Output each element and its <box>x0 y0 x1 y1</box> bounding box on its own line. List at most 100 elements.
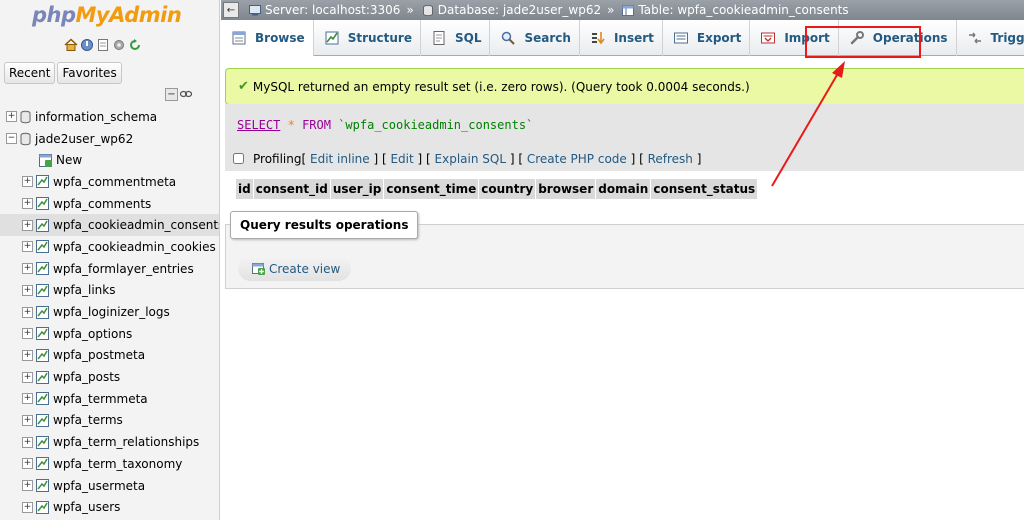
search-icon <box>500 30 524 46</box>
tree-table-item[interactable]: + wpfa_termmeta <box>0 388 219 410</box>
back-arrow-icon[interactable]: ← <box>223 2 239 18</box>
tree-item-label: information_schema <box>35 109 158 124</box>
profiling-label: Profiling <box>253 151 302 166</box>
tree-table-item[interactable]: + wpfa_options <box>0 323 219 345</box>
expand-icon[interactable]: + <box>22 414 33 426</box>
tab-insert[interactable]: Insert <box>580 20 663 56</box>
settings-icon[interactable] <box>112 38 126 52</box>
expand-icon[interactable]: + <box>22 241 33 253</box>
tab-operations[interactable]: Operations <box>839 20 957 56</box>
success-message: ✔ MySQL returned an empty result set (i.… <box>225 68 1024 105</box>
tab-triggers[interactable]: Triggers <box>957 20 1024 56</box>
bracket: ] <box>413 151 423 166</box>
tab-browse[interactable]: Browse <box>221 20 314 56</box>
column-header-user-ip[interactable]: user_ip <box>330 179 384 199</box>
tree-database-item[interactable]: − jade2user_wp62 <box>0 128 219 150</box>
tree-table-item[interactable]: + wpfa_commentmeta <box>0 171 219 193</box>
tree-table-item[interactable]: + wpfa_comments <box>0 193 219 215</box>
expand-icon[interactable]: + <box>22 436 33 448</box>
favorites-button[interactable]: Favorites <box>57 62 122 84</box>
query-link-edit[interactable]: Edit <box>390 152 413 166</box>
export-icon <box>673 30 697 46</box>
expand-icon[interactable]: + <box>22 219 33 231</box>
home-icon[interactable] <box>64 38 78 52</box>
tree-table-item[interactable]: + wpfa_term_relationships <box>0 431 219 453</box>
column-header-country[interactable]: country <box>479 179 536 199</box>
query-link-refresh[interactable]: Refresh <box>648 152 693 166</box>
expand-icon[interactable]: + <box>22 306 33 318</box>
tab-sql[interactable]: SQL <box>421 20 491 56</box>
tree-table-item[interactable]: + wpfa_usermeta <box>0 475 219 497</box>
expand-icon[interactable]: + <box>22 501 33 513</box>
query-link-edit-inline[interactable]: Edit inline <box>310 152 370 166</box>
tab-label: Insert <box>613 31 654 45</box>
tree-table-item[interactable]: + wpfa_term_taxonomy <box>0 453 219 475</box>
column-header-consent-status[interactable]: consent_status <box>651 179 758 199</box>
breadcrumb-separator: » <box>607 3 615 17</box>
table-icon <box>33 262 49 276</box>
tree-table-item[interactable]: + wpfa_terms <box>0 410 219 432</box>
expand-icon[interactable]: + <box>22 263 33 275</box>
tree-database-item[interactable]: + information_schema <box>0 106 219 128</box>
tree-table-item[interactable]: + wpfa_users <box>0 496 219 518</box>
tree-table-item[interactable]: + wpfa_formlayer_entries <box>0 258 219 280</box>
navigation-panel: phpMyAdmin Recent Favorites − + informati… <box>0 0 220 520</box>
profiling-links: [ Edit inline ] [ Edit ] [ Explain SQL ]… <box>302 152 702 166</box>
expand-icon[interactable]: + <box>22 284 33 296</box>
profiling-checkbox[interactable] <box>233 153 244 164</box>
tab-label: Structure <box>347 31 412 45</box>
table-icon <box>33 305 49 319</box>
expand-icon[interactable]: + <box>22 393 33 405</box>
tree-item-label: wpfa_options <box>53 326 133 341</box>
tree-table-item[interactable]: + wpfa_cookieadmin_cookies <box>0 236 219 258</box>
tab-export[interactable]: Export <box>663 20 751 56</box>
create-view-button[interactable]: Create view <box>238 256 352 281</box>
tree-table-item[interactable]: + wpfa_links <box>0 280 219 302</box>
query-link-create-php-code[interactable]: Create PHP code <box>527 152 627 166</box>
recent-favorites-tabs: Recent Favorites <box>4 62 122 84</box>
tree-table-item[interactable]: + wpfa_posts <box>0 366 219 388</box>
sql-keyword-select[interactable]: SELECT <box>237 118 280 132</box>
tree-new-table-item[interactable]: New <box>0 149 219 171</box>
recent-button[interactable]: Recent <box>4 62 56 84</box>
tree-table-item[interactable]: + wpfa_postmeta <box>0 345 219 367</box>
table-icon <box>33 413 49 427</box>
tree-item-label: wpfa_postmeta <box>53 348 146 363</box>
column-header-id[interactable]: id <box>236 179 253 199</box>
tree-item-label: wpfa_cookieadmin_consents <box>53 218 220 233</box>
collapse-icon[interactable]: − <box>6 133 17 145</box>
query-link-explain-sql[interactable]: Explain SQL <box>435 152 507 166</box>
expand-icon[interactable]: + <box>22 198 33 210</box>
expand-icon[interactable]: + <box>22 480 33 492</box>
table-tabs: Browse Structure SQL Search Insert Export Impo… <box>221 20 1024 56</box>
collapse-all-button[interactable]: − <box>165 88 178 101</box>
expand-icon[interactable]: + <box>22 371 33 383</box>
query-results-operations-legend: Query results operations <box>230 211 419 239</box>
tree-item-label: wpfa_links <box>53 283 116 298</box>
column-header-consent-id[interactable]: consent_id <box>253 179 330 199</box>
logout-icon[interactable] <box>80 38 94 52</box>
column-header-domain[interactable]: domain <box>596 179 651 199</box>
breadcrumb-table[interactable]: Table: wpfa_cookieadmin_consents <box>638 3 848 17</box>
expand-icon[interactable]: + <box>22 458 33 470</box>
phpmyadmin-logo[interactable]: phpMyAdmin <box>32 3 182 27</box>
column-header-consent-time[interactable]: consent_time <box>384 179 479 199</box>
expand-icon[interactable]: + <box>6 111 17 123</box>
breadcrumb-database[interactable]: Database: jade2user_wp62 <box>438 3 601 17</box>
link-with-main-icon[interactable] <box>179 88 193 101</box>
tab-import[interactable]: Import <box>750 20 839 56</box>
expand-icon[interactable]: + <box>22 176 33 188</box>
column-header-browser[interactable]: browser <box>536 179 596 199</box>
docs-icon[interactable] <box>96 38 110 52</box>
tab-search[interactable]: Search <box>490 20 580 56</box>
bracket: [ <box>635 151 648 166</box>
tree-item-label: wpfa_comments <box>53 196 152 211</box>
reload-icon[interactable] <box>128 38 142 52</box>
tab-structure[interactable]: Structure <box>314 20 421 56</box>
bracket: ] <box>506 151 515 166</box>
tree-table-item[interactable]: + wpfa_loginizer_logs <box>0 301 219 323</box>
tree-table-item[interactable]: + wpfa_cookieadmin_consents <box>0 214 220 237</box>
breadcrumb-server[interactable]: Server: localhost:3306 <box>265 3 400 17</box>
expand-icon[interactable]: + <box>22 349 33 361</box>
expand-icon[interactable]: + <box>22 328 33 340</box>
